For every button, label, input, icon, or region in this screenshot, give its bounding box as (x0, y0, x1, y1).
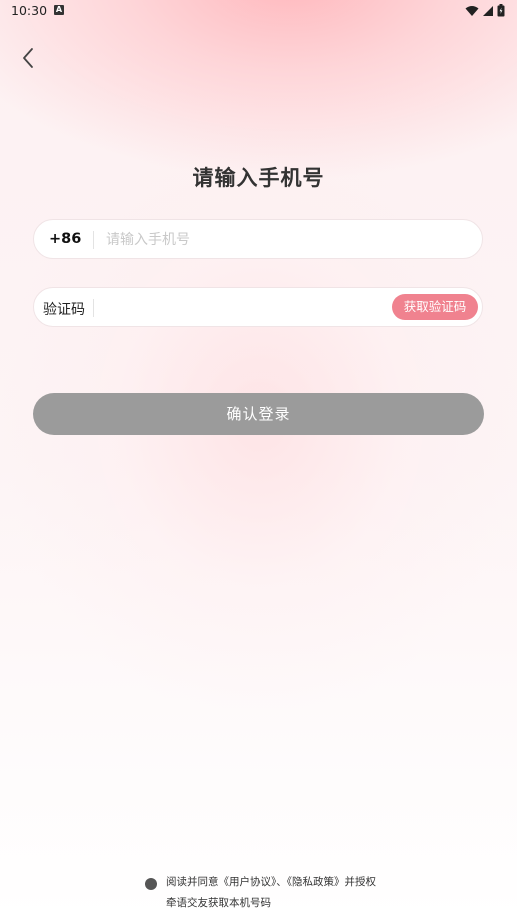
country-code[interactable]: +86 (49, 231, 81, 247)
agreement-text[interactable]: 阅读并同意《用户协议》、《隐私政策》并授权牵语交友获取本机号码 (166, 872, 381, 914)
chevron-left-icon (23, 48, 33, 68)
verification-code-label: 验证码 (43, 302, 85, 318)
status-bar: 10:30 A (0, 0, 517, 22)
divider (93, 231, 94, 249)
page-title: 请输入手机号 (192, 166, 325, 190)
battery-icon (497, 4, 505, 17)
phone-input[interactable] (104, 228, 468, 252)
divider (93, 299, 94, 317)
verification-code-field: 验证码 获取验证码 (33, 287, 483, 327)
signal-icon (483, 5, 493, 16)
a-icon: A (54, 5, 64, 15)
confirm-login-button[interactable]: 确认登录 (33, 393, 484, 435)
wifi-icon (465, 5, 479, 16)
back-button[interactable] (14, 44, 42, 72)
get-code-button[interactable]: 获取验证码 (392, 294, 478, 320)
phone-field: +86 (33, 219, 483, 259)
verification-code-input[interactable] (100, 296, 384, 320)
agree-radio[interactable] (145, 878, 157, 890)
status-time: 10:30 (11, 3, 48, 18)
status-icons (465, 4, 505, 17)
